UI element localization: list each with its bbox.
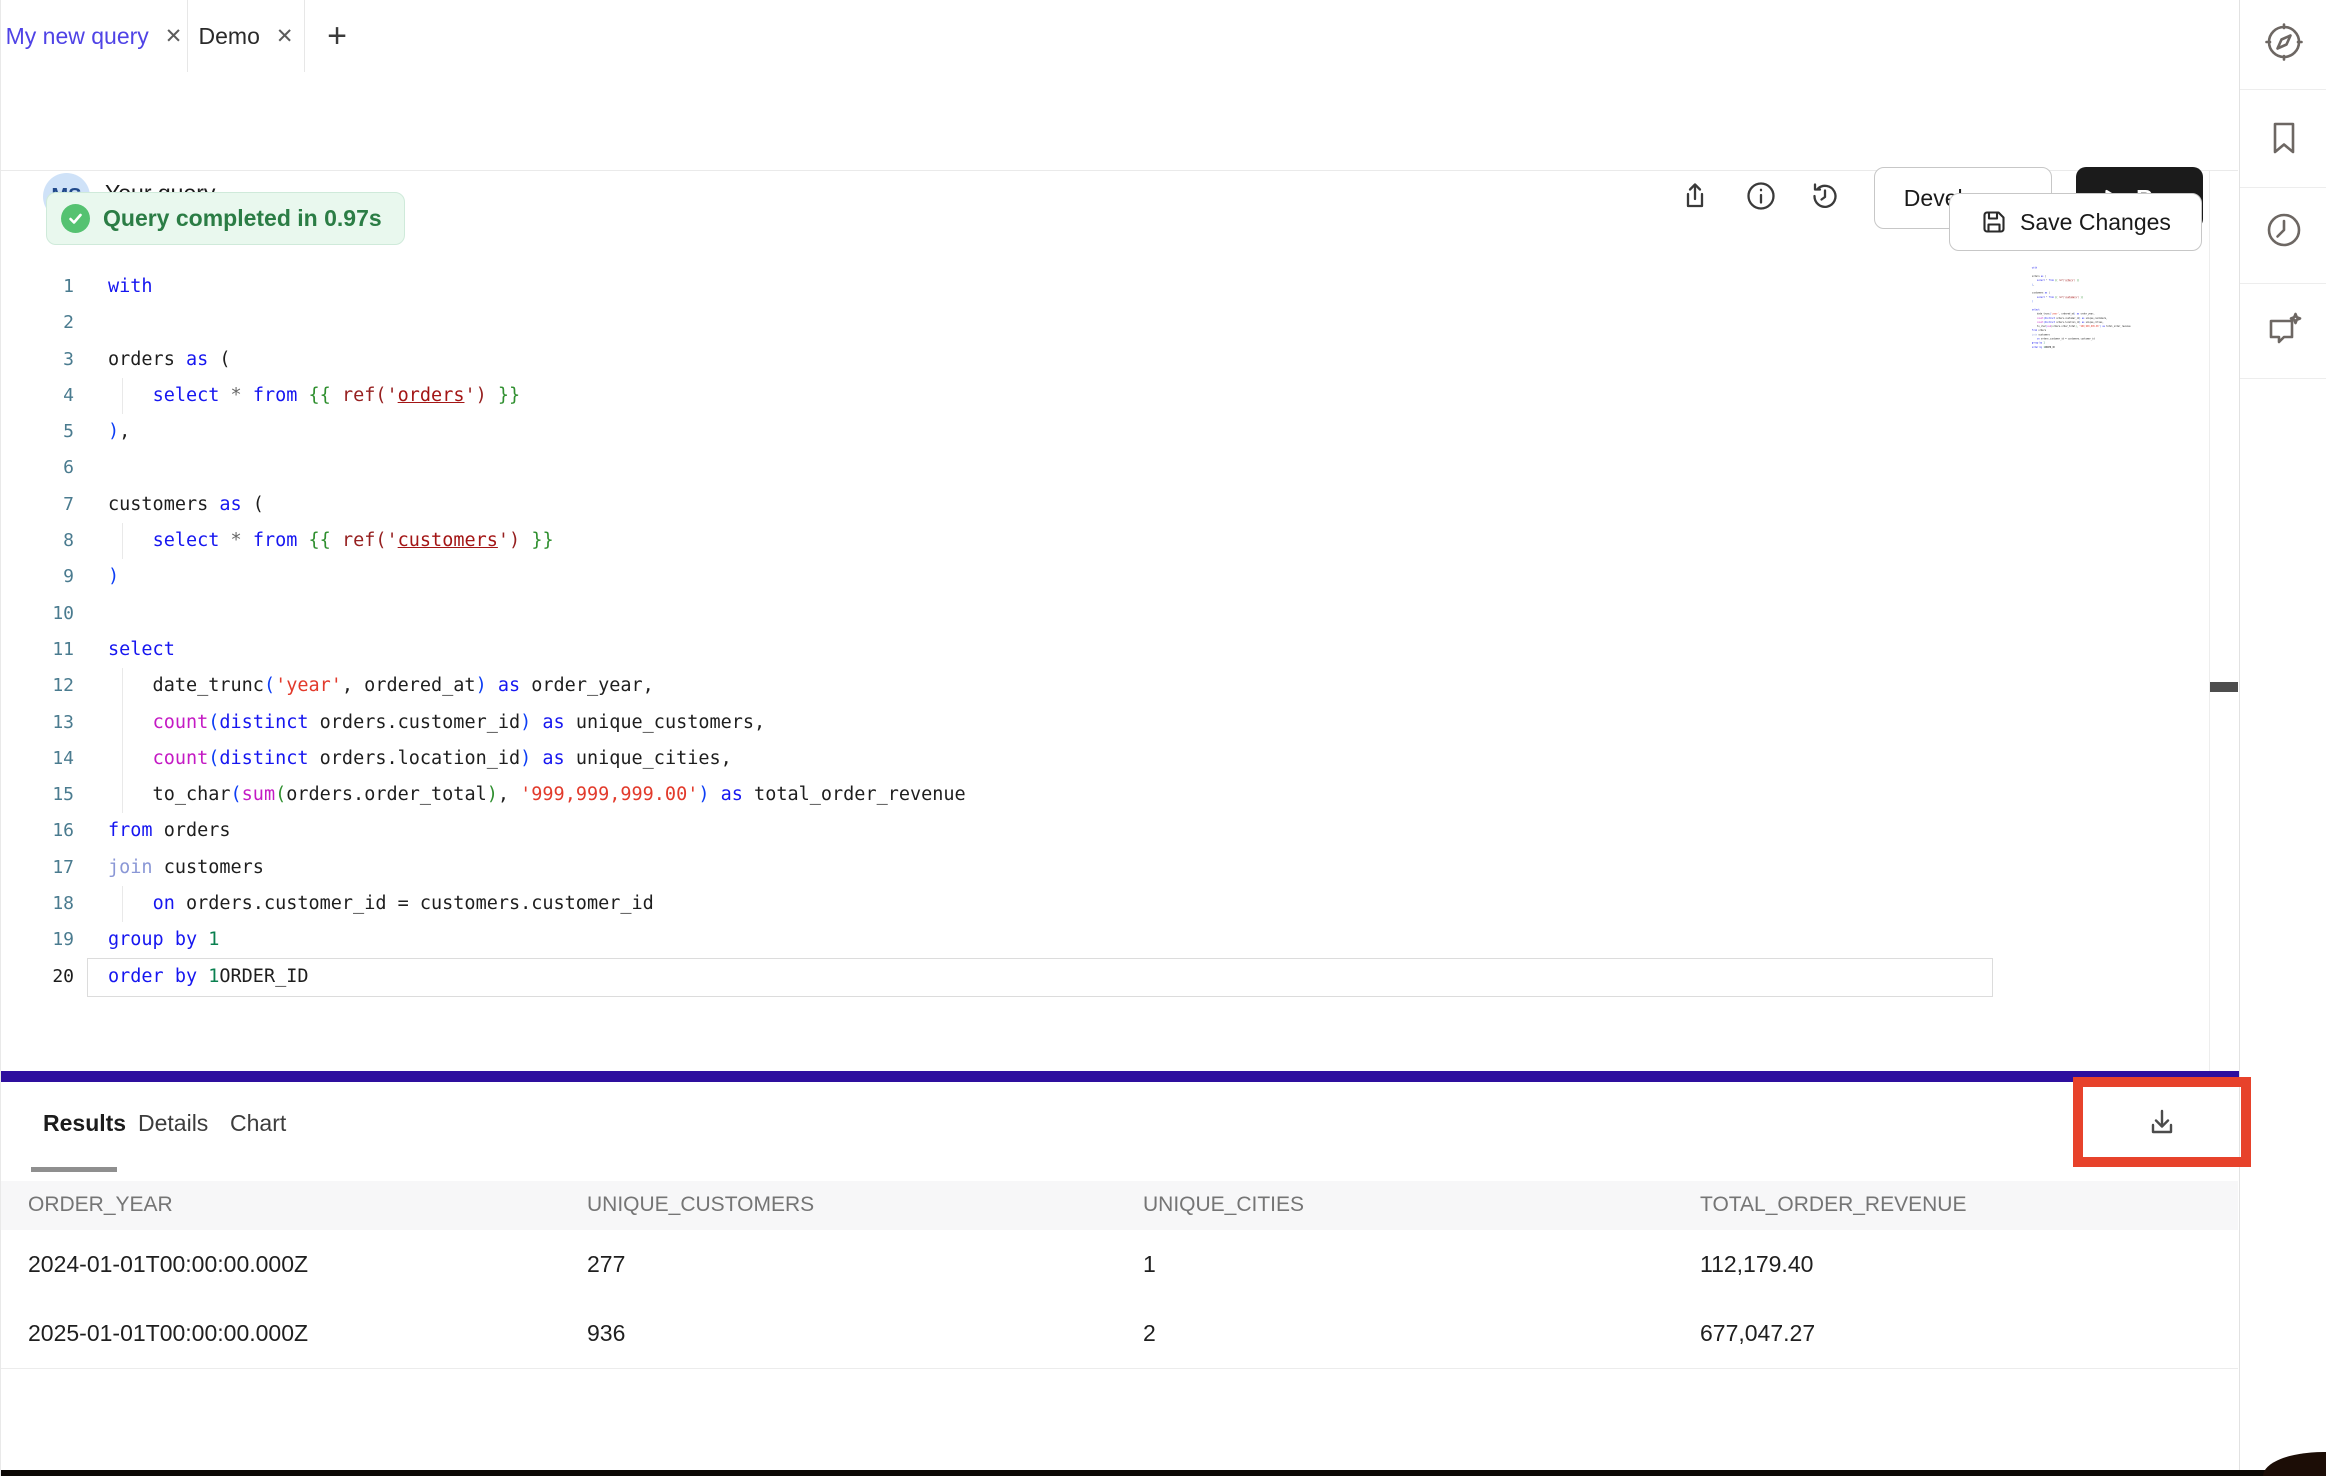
- column-header: ORDER_YEAR: [28, 1193, 173, 1217]
- code-line[interactable]: 7customers as (: [1, 487, 2209, 523]
- sidebar-divider: [2240, 283, 2326, 284]
- save-changes-button[interactable]: Save Changes: [1949, 193, 2202, 251]
- code-line[interactable]: 6: [1, 450, 2209, 486]
- line-number: 3: [1, 342, 74, 378]
- save-icon: [1980, 208, 2008, 236]
- code-line[interactable]: 12 date_trunc('year', ordered_at) as ord…: [1, 668, 2209, 704]
- tab-chart[interactable]: Chart: [230, 1110, 286, 1137]
- compass-icon[interactable]: [2262, 20, 2306, 64]
- line-number: 10: [1, 596, 74, 632]
- line-number: 9: [1, 559, 74, 595]
- code-line[interactable]: 5),: [1, 414, 2209, 450]
- editor-tab-bar: My new query ✕ Demo ✕ +: [1, 0, 2238, 73]
- tab-results[interactable]: Results: [43, 1110, 126, 1137]
- sidebar-divider: [2240, 187, 2326, 188]
- close-icon[interactable]: ✕: [276, 26, 294, 47]
- line-number: 14: [1, 741, 74, 777]
- table-cell: 112,179.40: [1700, 1251, 1813, 1278]
- code-line[interactable]: 16from orders: [1, 813, 2209, 849]
- editor-scrollbar-handle[interactable]: [2210, 682, 2238, 692]
- column-header: UNIQUE_CUSTOMERS: [587, 1193, 814, 1217]
- table-cell: 2024-01-01T00:00:00.000Z: [28, 1251, 308, 1278]
- line-number: 5: [1, 414, 74, 450]
- line-number: 12: [1, 668, 74, 704]
- line-number: 13: [1, 705, 74, 741]
- active-tab-underline: [31, 1167, 117, 1172]
- line-number: 19: [1, 922, 74, 958]
- line-number: 17: [1, 850, 74, 886]
- code-line[interactable]: 20order by 1ORDER_ID: [1, 959, 2209, 995]
- code-line[interactable]: 10: [1, 596, 2209, 632]
- code-line[interactable]: 14 count(distinct orders.location_id) as…: [1, 741, 2209, 777]
- line-number: 16: [1, 813, 74, 849]
- line-number: 15: [1, 777, 74, 813]
- query-header: MS Your query Develop: [1, 72, 2238, 171]
- code-line[interactable]: 4 select * from {{ ref('orders') }}: [1, 378, 2209, 414]
- share-icon[interactable]: [1675, 176, 1715, 216]
- line-number: 11: [1, 632, 74, 668]
- code-line[interactable]: 2: [1, 305, 2209, 341]
- code-line[interactable]: 19group by 1: [1, 922, 2209, 958]
- line-number: 8: [1, 523, 74, 559]
- app-window: My new query ✕ Demo ✕ + MS Your query: [0, 0, 2326, 1476]
- line-number: 20: [1, 959, 74, 995]
- history-icon[interactable]: [1805, 176, 1845, 216]
- column-header: TOTAL_ORDER_REVENUE: [1700, 1193, 1966, 1217]
- panel-resize-divider[interactable]: [1, 1071, 2239, 1082]
- results-table-header: ORDER_YEAR UNIQUE_CUSTOMERS UNIQUE_CITIES T…: [1, 1181, 2238, 1231]
- table-row[interactable]: 2025-01-01T00:00:00.000Z 936 2 677,047.27: [1, 1299, 2238, 1369]
- chat-sparkle-icon[interactable]: [2262, 308, 2306, 352]
- line-number: 2: [1, 305, 74, 341]
- code-line[interactable]: 3orders as (: [1, 342, 2209, 378]
- table-cell: 1: [1143, 1251, 1156, 1278]
- line-number: 18: [1, 886, 74, 922]
- query-status-badge: Query completed in 0.97s: [46, 192, 405, 245]
- status-text: Query completed in 0.97s: [103, 205, 382, 232]
- code-line[interactable]: 1with: [1, 269, 2209, 305]
- code-line[interactable]: 13 count(distinct orders.customer_id) as…: [1, 705, 2209, 741]
- line-number: 4: [1, 378, 74, 414]
- sidebar-divider: [2240, 378, 2326, 379]
- close-icon[interactable]: ✕: [165, 26, 183, 47]
- code-line[interactable]: 11select: [1, 632, 2209, 668]
- table-cell: 936: [587, 1320, 625, 1347]
- code-line[interactable]: 8 select * from {{ ref('customers') }}: [1, 523, 2209, 559]
- clock-icon[interactable]: [2262, 208, 2306, 252]
- editor-scrollbar-track: [2209, 171, 2210, 1071]
- right-sidebar: [2239, 0, 2326, 1476]
- tab-my-new-query[interactable]: My new query ✕: [1, 0, 188, 72]
- line-number: 7: [1, 487, 74, 523]
- table-cell: 2025-01-01T00:00:00.000Z: [28, 1320, 308, 1347]
- window-bottom-edge: [1, 1470, 2326, 1476]
- tab-label: My new query: [6, 23, 149, 50]
- sql-editor[interactable]: 1with23orders as (4 select * from {{ ref…: [1, 269, 2209, 995]
- check-icon: [61, 204, 90, 233]
- new-tab-button[interactable]: +: [305, 0, 369, 72]
- info-icon[interactable]: [1741, 176, 1781, 216]
- highlight-annotation-box: [2073, 1077, 2251, 1167]
- code-line[interactable]: 9): [1, 559, 2209, 595]
- editor-minimap[interactable]: withorders as ( select * from {{ ref('or…: [2028, 266, 2138, 349]
- table-cell: 277: [587, 1251, 625, 1278]
- results-tab-bar: [1, 1082, 2238, 1182]
- column-header: UNIQUE_CITIES: [1143, 1193, 1304, 1217]
- table-row[interactable]: 2024-01-01T00:00:00.000Z 277 1 112,179.40: [1, 1230, 2238, 1300]
- line-number: 6: [1, 450, 74, 486]
- table-cell: 2: [1143, 1320, 1156, 1347]
- table-cell: 677,047.27: [1700, 1320, 1815, 1347]
- tab-label: Demo: [199, 23, 260, 50]
- code-line[interactable]: 17join customers: [1, 850, 2209, 886]
- line-number: 1: [1, 269, 74, 305]
- tab-demo[interactable]: Demo ✕: [188, 0, 305, 72]
- sidebar-divider: [2240, 89, 2326, 90]
- tab-details[interactable]: Details: [138, 1110, 208, 1137]
- save-label: Save Changes: [2020, 209, 2171, 236]
- code-line: order by 1ORDER_ID: [2028, 345, 2138, 349]
- code-line[interactable]: 15 to_char(sum(orders.order_total), '999…: [1, 777, 2209, 813]
- bookmark-icon[interactable]: [2262, 116, 2306, 160]
- code-line[interactable]: 18 on orders.customer_id = customers.cus…: [1, 886, 2209, 922]
